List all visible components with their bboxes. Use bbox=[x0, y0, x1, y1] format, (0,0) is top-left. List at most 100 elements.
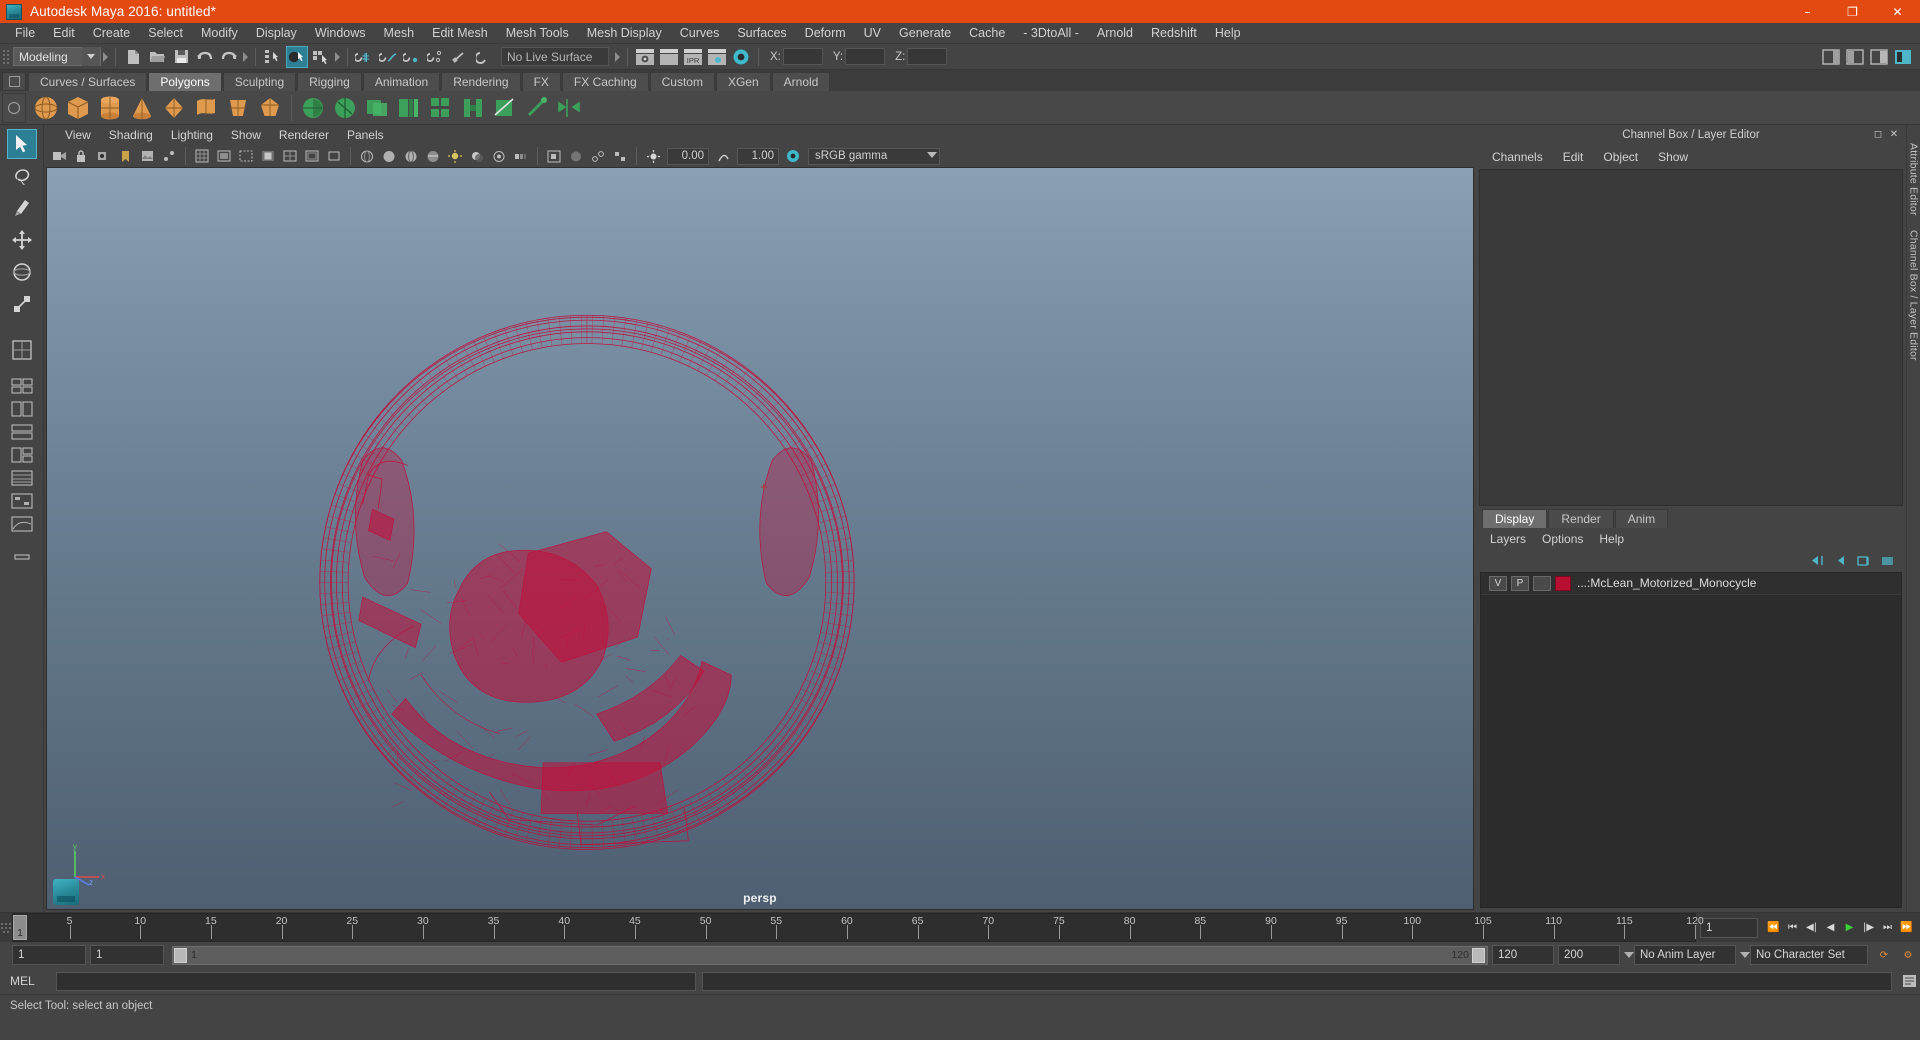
make-live-icon[interactable] bbox=[474, 46, 496, 68]
rotate-tool[interactable] bbox=[7, 257, 37, 287]
shelf-tab-polygons[interactable]: Polygons bbox=[148, 72, 221, 91]
layer-playback-toggle[interactable]: P bbox=[1511, 576, 1529, 591]
step-forward-key-icon[interactable]: ⏭ bbox=[1878, 918, 1897, 938]
motion-blur-icon[interactable] bbox=[511, 147, 531, 166]
menu-file[interactable]: File bbox=[6, 24, 44, 43]
play-backwards-icon[interactable]: ◀ bbox=[1821, 918, 1840, 938]
go-to-start-icon[interactable]: ⏪ bbox=[1764, 918, 1783, 938]
go-to-end-icon[interactable]: ⏩ bbox=[1897, 918, 1916, 938]
character-set-selector[interactable]: No Character Set bbox=[1750, 945, 1868, 965]
render-sequence-icon[interactable] bbox=[658, 46, 680, 68]
3d-viewport[interactable]: + y x z persp bbox=[46, 167, 1474, 910]
menu-display[interactable]: Display bbox=[247, 24, 306, 43]
menu-mesh[interactable]: Mesh bbox=[375, 24, 424, 43]
ao-icon[interactable] bbox=[489, 147, 509, 166]
resolution-gate-icon[interactable] bbox=[236, 147, 256, 166]
toolbar-grip[interactable] bbox=[2, 46, 10, 68]
layer-visibility-toggle[interactable]: V bbox=[1489, 576, 1507, 591]
channelbox-menu-edit[interactable]: Edit bbox=[1553, 148, 1594, 166]
panel-close-icon[interactable]: ✕ bbox=[1888, 128, 1900, 140]
auto-keyframe-icon[interactable]: ⟳ bbox=[1872, 945, 1896, 965]
textured-icon[interactable] bbox=[423, 147, 443, 166]
coord-x-field[interactable] bbox=[783, 48, 823, 65]
four-view-layout-icon[interactable] bbox=[9, 375, 35, 397]
poly-cone-icon[interactable] bbox=[127, 93, 157, 123]
poly-platonic-icon[interactable] bbox=[255, 93, 285, 123]
new-scene-icon[interactable] bbox=[122, 46, 144, 68]
hypershade-icon[interactable] bbox=[730, 46, 752, 68]
play-forwards-icon[interactable]: ▶ bbox=[1840, 918, 1859, 938]
menu-cache[interactable]: Cache bbox=[960, 24, 1014, 43]
layer-tab-anim[interactable]: Anim bbox=[1615, 509, 1668, 528]
field-chart-icon[interactable] bbox=[280, 147, 300, 166]
layer-name[interactable]: ...:McLean_Motorized_Monocycle bbox=[1577, 576, 1756, 590]
menu-arnold[interactable]: Arnold bbox=[1088, 24, 1142, 43]
move-tool[interactable] bbox=[7, 225, 37, 255]
menu-modify[interactable]: Modify bbox=[192, 24, 247, 43]
camera-attributes-icon[interactable] bbox=[93, 147, 113, 166]
twopoint-icon[interactable] bbox=[159, 147, 179, 166]
extrude-icon[interactable] bbox=[394, 93, 424, 123]
layer-menu-options[interactable]: Options bbox=[1534, 531, 1591, 547]
channelbox-menu-object[interactable]: Object bbox=[1593, 148, 1648, 166]
shelf-tab-fx[interactable]: FX bbox=[522, 72, 561, 91]
snap-to-grid-icon[interactable] bbox=[354, 46, 376, 68]
shelf-tab-rigging[interactable]: Rigging bbox=[297, 72, 362, 91]
viewport-menu-renderer[interactable]: Renderer bbox=[270, 127, 338, 143]
image-plane-icon[interactable] bbox=[137, 147, 157, 166]
save-scene-icon[interactable] bbox=[170, 46, 192, 68]
channel-box-content[interactable] bbox=[1479, 169, 1903, 506]
show-hide-modeling-toolkit-icon[interactable] bbox=[1820, 46, 1842, 68]
toolbar-collapse-arrow-2[interactable] bbox=[241, 47, 250, 67]
viewport-menu-shading[interactable]: Shading bbox=[100, 127, 162, 143]
lighting-icon[interactable] bbox=[445, 147, 465, 166]
tab-attribute-editor[interactable]: Attribute Editor bbox=[1908, 143, 1920, 216]
layer-color-swatch[interactable] bbox=[1555, 576, 1571, 591]
more-layouts-icon[interactable] bbox=[9, 546, 35, 568]
anim-layer-chevron-icon[interactable] bbox=[1624, 945, 1634, 965]
mirror-icon[interactable] bbox=[554, 93, 584, 123]
menu-edit-mesh[interactable]: Edit Mesh bbox=[423, 24, 497, 43]
menu-help[interactable]: Help bbox=[1206, 24, 1250, 43]
shaded-wireframe-icon[interactable] bbox=[401, 147, 421, 166]
range-start-field[interactable]: 1 bbox=[12, 945, 86, 965]
show-hide-attribute-editor-icon[interactable] bbox=[1844, 46, 1866, 68]
lock-camera-icon[interactable] bbox=[71, 147, 91, 166]
lasso-select-tool[interactable] bbox=[7, 161, 37, 191]
playback-range-bar[interactable]: 1 120 bbox=[172, 946, 1488, 965]
xray-icon[interactable] bbox=[566, 147, 586, 166]
single-perspective-layout-icon[interactable] bbox=[7, 335, 37, 365]
time-slider-cursor[interactable]: 1 bbox=[13, 915, 27, 940]
safe-title-icon[interactable] bbox=[324, 147, 344, 166]
poly-torus-icon[interactable] bbox=[159, 93, 189, 123]
animation-end-field[interactable]: 200 bbox=[1558, 945, 1620, 965]
tab-channel-box-layer-editor[interactable]: Channel Box / Layer Editor bbox=[1908, 230, 1920, 361]
shelf-tab-custom[interactable]: Custom bbox=[650, 72, 715, 91]
toolbar-collapse-arrow-3[interactable] bbox=[333, 47, 342, 67]
layer-menu-layers[interactable]: Layers bbox=[1482, 531, 1534, 547]
undo-icon[interactable] bbox=[194, 46, 216, 68]
xray-active-components-icon[interactable] bbox=[610, 147, 630, 166]
new-layer-icon[interactable] bbox=[1854, 552, 1874, 570]
shelf-options-icon[interactable] bbox=[2, 72, 26, 91]
playback-end-field[interactable]: 120 bbox=[1492, 945, 1554, 965]
boolean-union-icon[interactable] bbox=[362, 93, 392, 123]
menu-uv[interactable]: UV bbox=[855, 24, 890, 43]
viewport-menu-panels[interactable]: Panels bbox=[338, 127, 393, 143]
two-pane-stacked-layout-icon[interactable] bbox=[9, 421, 35, 443]
redo-icon[interactable] bbox=[218, 46, 240, 68]
safe-action-icon[interactable] bbox=[302, 147, 322, 166]
snap-to-view-plane-icon[interactable] bbox=[450, 46, 472, 68]
command-input-field[interactable] bbox=[56, 972, 696, 991]
hypergraph-layout-icon[interactable] bbox=[9, 490, 35, 512]
menu-mesh-tools[interactable]: Mesh Tools bbox=[497, 24, 578, 43]
shelf-tab-arnold[interactable]: Arnold bbox=[772, 72, 831, 91]
gate-mask-icon[interactable] bbox=[258, 147, 278, 166]
menu-generate[interactable]: Generate bbox=[890, 24, 960, 43]
step-forward-frame-icon[interactable]: |▶ bbox=[1859, 918, 1878, 938]
shadows-icon[interactable] bbox=[467, 147, 487, 166]
step-back-frame-icon[interactable]: ◀| bbox=[1802, 918, 1821, 938]
select-tool[interactable] bbox=[7, 129, 37, 159]
live-surface-field[interactable]: No Live Surface bbox=[501, 47, 609, 66]
ipr-render-icon[interactable]: IPR bbox=[682, 46, 704, 68]
